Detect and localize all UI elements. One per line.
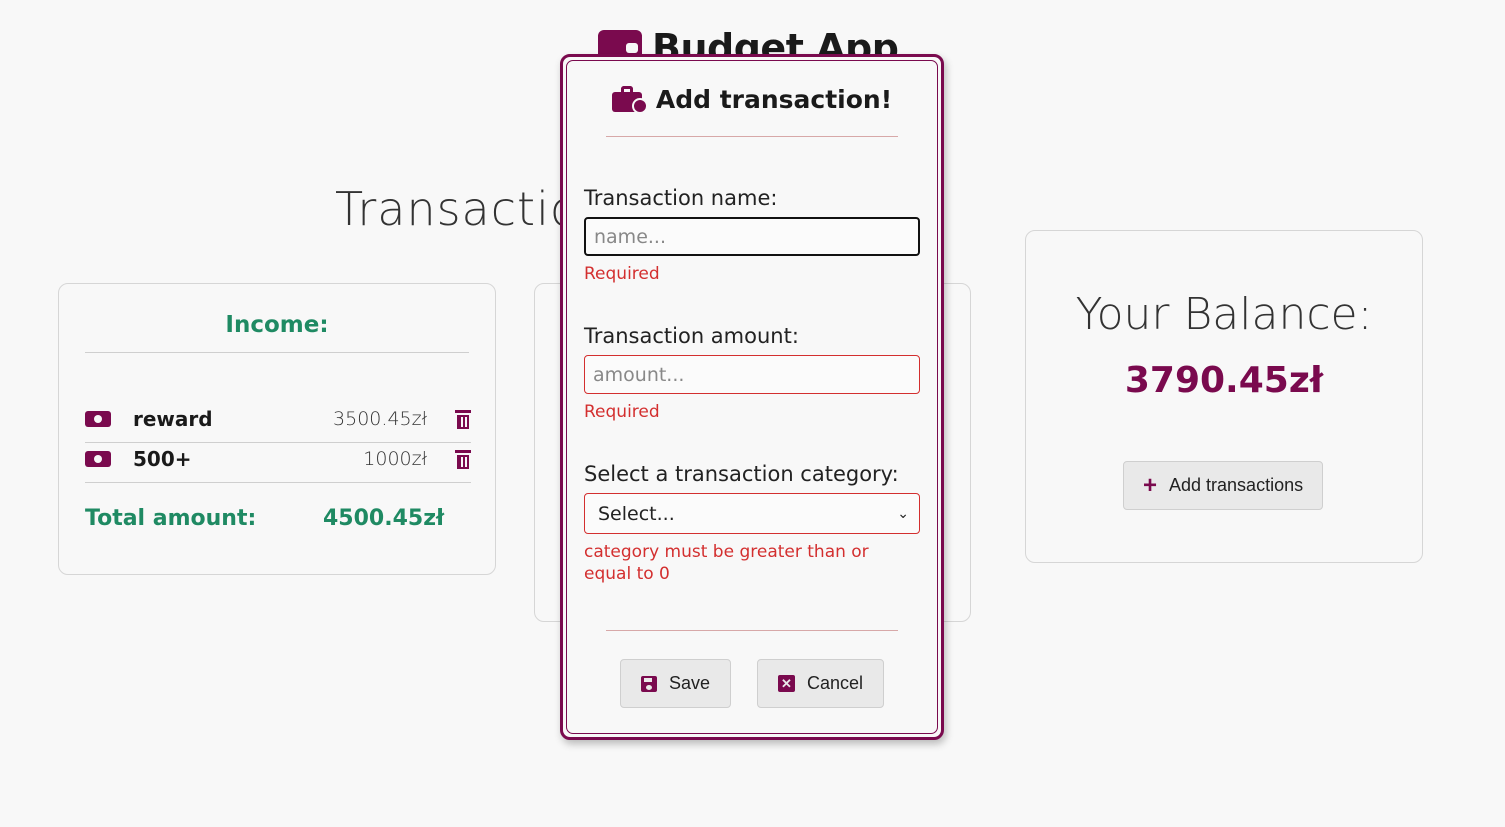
modal-title-text: Add transaction! [655,85,893,114]
briefcase-clock-icon [611,85,648,114]
money-bill-icon [85,411,111,427]
trash-icon[interactable] [455,409,471,429]
total-label: Total amount: [85,506,257,531]
category-error: category must be greater than or equal t… [584,542,869,584]
balance-value: 3790.45zł [1124,360,1324,401]
transaction-amount-label: Transaction amount: [584,324,799,348]
save-label: Save [669,673,711,693]
income-row: 500+ 1000zł [85,436,471,483]
money-bill-icon [85,451,111,467]
floppy-disk-icon [641,675,657,692]
close-icon: ✕ [778,675,795,692]
income-amount: 1000zł [363,448,427,470]
balance-card: Your Balance: 3790.45zł + Add transactio… [1025,230,1423,563]
plus-icon: + [1143,471,1158,499]
modal-title: Add transaction! [563,85,941,114]
save-button[interactable]: Save [620,659,732,708]
total-value: 4500.45zł [323,506,445,531]
transaction-name-label: Transaction name: [584,186,778,210]
income-amount: 3500.45zł [333,408,427,430]
income-name: reward [133,407,213,431]
section-title: Transactio [335,182,579,236]
trash-icon[interactable] [455,449,471,469]
cancel-label: Cancel [807,673,864,693]
divider [606,630,898,631]
total-row: Total amount: 4500.45zł [85,506,471,531]
cancel-button[interactable]: ✕ Cancel [757,659,885,708]
divider [606,136,898,137]
transaction-name-input[interactable] [584,217,920,256]
transaction-amount-input[interactable] [584,355,920,394]
balance-heading: Your Balance: [1075,289,1373,340]
category-selected-value: Select... [598,502,675,525]
add-transactions-button[interactable]: + Add transactions [1123,461,1324,510]
income-name: 500+ [133,447,192,471]
category-label: Select a transaction category: [584,462,899,486]
category-select[interactable]: Select... ⌄ [584,493,920,534]
name-error: Required [584,264,660,284]
income-card: Income: reward 3500.45zł 500+ 1000zł Tot… [58,283,496,575]
amount-error: Required [584,402,660,422]
add-transaction-modal: Add transaction! Transaction name: Requi… [560,54,944,740]
modal-inner-border [566,60,938,734]
add-transactions-label: Add transactions [1169,475,1304,495]
chevron-down-icon: ⌄ [897,505,909,522]
income-heading: Income: [85,312,469,353]
